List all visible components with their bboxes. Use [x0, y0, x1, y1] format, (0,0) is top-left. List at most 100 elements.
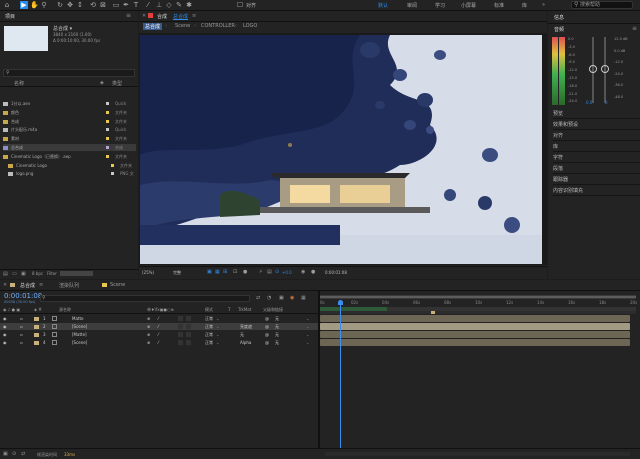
project-item[interactable]: 总合成 合成 — [3, 144, 136, 151]
shy-icon[interactable]: ◔ — [267, 295, 271, 301]
comp-flowchart-icon[interactable]: ⇄ — [256, 295, 260, 301]
trkmat-dropdown[interactable]: 亮度遮 — [240, 323, 252, 330]
new-folder-icon[interactable]: ▭ — [12, 271, 17, 277]
header-t[interactable]: T — [228, 307, 230, 313]
playhead-line[interactable] — [340, 301, 341, 449]
project-item[interactable]: logo.png PNG 文 — [8, 170, 141, 177]
quality-switch-icon[interactable]: ⁄ — [158, 331, 159, 338]
project-item[interactable]: 1分以.aev Quick — [3, 100, 136, 107]
layer-duration-bar[interactable] — [320, 339, 630, 346]
timeline-scrollbar[interactable] — [325, 452, 630, 456]
workspace-learn[interactable]: 学习 — [435, 2, 445, 9]
fader-right-value[interactable]: 0 — [605, 100, 608, 105]
timeline-tab-main[interactable]: 总合成 — [20, 282, 35, 289]
layer-label-color[interactable] — [34, 341, 39, 345]
quality-switch-icon[interactable]: ⁄ — [158, 323, 159, 330]
header-mode[interactable]: 模式 — [205, 307, 213, 313]
rotate-tool-icon[interactable]: ⟲ — [89, 1, 97, 9]
snap-checkbox[interactable]: ☐ — [236, 1, 244, 9]
guides-icon[interactable]: ⊡ — [233, 269, 237, 275]
switch-box[interactable] — [186, 324, 191, 329]
puppet-tool-icon[interactable]: ✱ — [185, 1, 193, 9]
project-item[interactable]: 合成 文件夹 — [3, 118, 136, 125]
col-type[interactable]: 类型 — [112, 80, 122, 87]
workspace-small-screen[interactable]: 小屏幕 — [461, 2, 476, 9]
motion-blur-icon[interactable]: ◉ — [290, 295, 294, 301]
crumb-controller[interactable]: CONTROLLER — [201, 23, 235, 29]
header-switches[interactable]: 单♦\fx▣●○⊕ — [147, 307, 174, 313]
visibility-icon[interactable]: ◉ — [3, 331, 7, 338]
switch-box[interactable] — [178, 332, 183, 337]
panel-menu-icon[interactable]: ≡ — [632, 25, 637, 32]
mode-dropdown[interactable]: 正常 — [205, 315, 213, 322]
roto-brush-icon[interactable]: ✎ — [175, 1, 183, 9]
parent-dropdown[interactable]: 无 — [275, 315, 279, 322]
project-tab[interactable]: 项目 — [5, 13, 15, 20]
comp-tab-name[interactable]: 总合成 — [173, 13, 188, 20]
quality-switch-icon[interactable]: ⁄ — [158, 315, 159, 322]
switch-box[interactable] — [186, 316, 191, 321]
parent-dropdown[interactable]: 无 — [275, 323, 279, 330]
right-panel-item[interactable]: 内容识别填充 — [553, 187, 640, 196]
type-tool-icon[interactable]: T — [132, 1, 140, 9]
close-icon[interactable]: ✕ — [3, 282, 7, 288]
home-icon[interactable]: ⌂ — [3, 1, 11, 9]
project-item[interactable]: Cinematic Logo 文件夹 — [8, 162, 141, 169]
render-time-icon[interactable]: ▣ — [3, 451, 8, 457]
project-item[interactable]: 颜色 文件夹 — [3, 109, 136, 116]
comp-tab-label[interactable]: 合成 — [157, 13, 167, 20]
pickwhip-icon[interactable]: @ — [265, 331, 269, 338]
visibility-icon[interactable]: ◉ — [3, 323, 7, 330]
pan-tool-icon[interactable]: ✥ — [66, 1, 74, 9]
fader-left-handle[interactable] — [589, 65, 597, 73]
timeline-icon[interactable]: ▤ — [267, 269, 272, 275]
layer-duration-bar[interactable] — [320, 331, 630, 338]
fader-left-value[interactable]: 0.0 — [586, 100, 592, 105]
region-icon[interactable]: ▣ — [207, 269, 212, 275]
workspace-library[interactable]: 库 — [522, 2, 527, 9]
hand-tool-icon[interactable]: ✋ — [30, 1, 39, 9]
timeline-tab-render[interactable]: 渲染队列 — [59, 282, 79, 289]
workspace-review[interactable]: 审阅 — [407, 2, 417, 9]
timeline-timecode[interactable]: 0:00:01:08 — [4, 292, 42, 300]
right-panel-item[interactable]: 字符 — [553, 154, 640, 163]
frame-blending-icon[interactable]: ▣ — [279, 295, 284, 301]
layer-row[interactable]: ◉ ▫ 1 Matte ⊕ ⁄ 正常 ⌄ @ 无 ⌄ — [0, 315, 318, 322]
trkmat-dropdown[interactable]: Alpha — [240, 339, 251, 346]
brush-tool-icon[interactable]: ⁄ — [144, 1, 152, 9]
layer-duration-bar[interactable] — [320, 315, 630, 322]
pickwhip-icon[interactable]: @ — [265, 339, 269, 346]
snapshot-icon[interactable]: ◉ — [301, 269, 305, 275]
pickwhip-icon[interactable]: @ — [265, 323, 269, 330]
label-col-icon[interactable]: ◈ — [100, 80, 104, 86]
layer-label-color[interactable] — [34, 325, 39, 329]
fader-right-handle[interactable] — [601, 65, 609, 73]
help-search-input[interactable]: 搜索帮助 — [571, 1, 633, 9]
lock-toggle-icon[interactable]: ▫ — [20, 331, 23, 338]
right-panel-item[interactable]: 库 — [553, 143, 640, 152]
shy-switch-icon[interactable]: ⊕ — [147, 339, 150, 346]
clone-stamp-icon[interactable]: ⊥ — [155, 1, 163, 9]
layer-label-color[interactable] — [34, 333, 39, 337]
lock-icon[interactable] — [148, 13, 153, 18]
rectangle-tool-icon[interactable]: ▭ — [112, 1, 120, 9]
project-item[interactable]: 片头配乐.m4a Quick — [3, 126, 136, 133]
project-item[interactable]: 素材 文件夹 — [3, 135, 136, 142]
panel-menu-icon[interactable]: ≡ — [192, 13, 196, 19]
layer-label-color[interactable] — [34, 317, 39, 321]
layer-name[interactable]: [Scene] — [72, 339, 87, 346]
selection-tool-icon[interactable]: ▶ — [20, 1, 28, 9]
layer-row[interactable]: ◉ ▫ 4 [Scene] ⊕ ⁄ 正常 ⌄ Alpha @ 无 ⌄ — [0, 339, 318, 346]
layer-duration-bar[interactable] — [320, 323, 630, 330]
anchor-tool-icon[interactable]: ⊠ — [99, 1, 107, 9]
layer-search-input[interactable]: ⚲ — [40, 295, 250, 302]
header-parent[interactable]: 父级和链接 — [263, 307, 283, 313]
resolution-dropdown[interactable]: 完整 — [173, 270, 181, 276]
workspace-standard[interactable]: 标准 — [494, 2, 504, 9]
layer-row[interactable]: ◉ ▫ 3 [Matte] ⊕ ⁄ 正常 ⌄ 无 @ 无 ⌄ — [0, 331, 318, 338]
in-out-icon[interactable]: ⇄ — [21, 451, 25, 457]
zoom-tool-icon[interactable]: ⚲ — [40, 1, 48, 9]
shy-switch-icon[interactable]: ⊕ — [147, 315, 150, 322]
right-panel-item[interactable]: 跟踪器 — [553, 176, 640, 185]
interpret-icon[interactable]: ▤ — [3, 271, 8, 277]
